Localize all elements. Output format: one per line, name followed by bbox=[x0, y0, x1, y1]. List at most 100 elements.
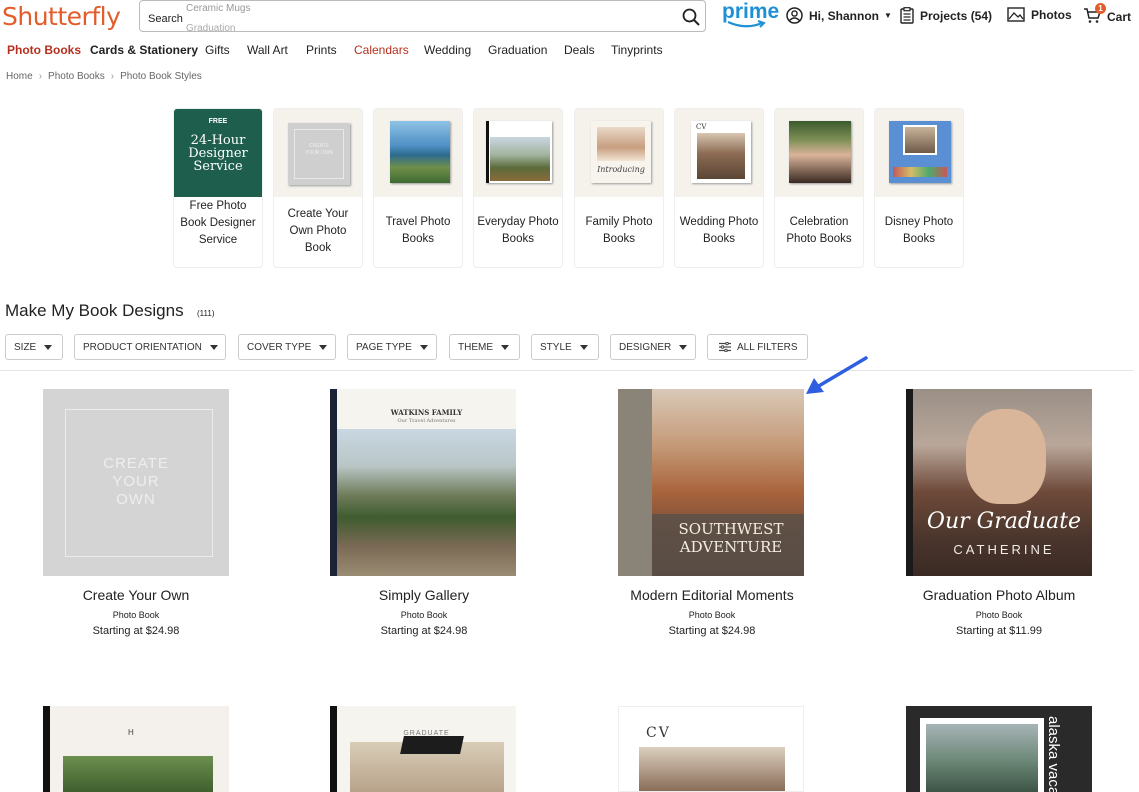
product-cover-image[interactable]: GRADUATE bbox=[330, 706, 516, 792]
category-thumbnail bbox=[875, 109, 963, 197]
projects-label: Projects (54) bbox=[920, 8, 993, 23]
category-label: Disney Photo Books bbox=[884, 216, 954, 245]
top-header: Shutterfly Search Ceramic Mugs Graduatio… bbox=[0, 0, 1139, 36]
chevron-down-icon bbox=[319, 344, 328, 350]
product-title[interactable]: Create Your Own bbox=[0, 587, 279, 603]
prime-smile-icon bbox=[727, 20, 766, 28]
filter-label: SIZE bbox=[14, 341, 37, 353]
cover-text: CV bbox=[696, 123, 707, 131]
filter-cover-type[interactable]: COVER TYPE bbox=[238, 334, 336, 360]
nav-item-calendars[interactable]: Calendars bbox=[354, 43, 409, 57]
category-card-create-your-own[interactable]: CREATE YOUR OWN Create Your Own Photo Bo… bbox=[273, 108, 363, 268]
chevron-down-icon bbox=[679, 344, 688, 350]
product-cover-image[interactable]: Our Graduate CATHERINE bbox=[906, 389, 1092, 576]
user-greeting: Hi, Shannon bbox=[809, 8, 879, 23]
category-card-family[interactable]: Introducing Family Photo Books bbox=[574, 108, 664, 268]
annotation-arrow-icon bbox=[806, 356, 868, 394]
category-thumbnail: FREE 24-Hour Designer Service bbox=[174, 109, 262, 197]
chevron-down-icon bbox=[501, 344, 509, 350]
cart-count-badge: 1 bbox=[1095, 3, 1106, 14]
filter-label: PRODUCT ORIENTATION bbox=[83, 341, 202, 353]
search-icon[interactable] bbox=[681, 7, 701, 27]
breadcrumb-current[interactable]: Photo Book Styles bbox=[120, 71, 202, 82]
product-title[interactable]: Graduation Photo Album bbox=[856, 587, 1139, 603]
cover-text: Introducing bbox=[597, 165, 645, 174]
results-count: (111) bbox=[197, 309, 215, 318]
cover-text: CV bbox=[646, 725, 671, 741]
search-hint: Ceramic Mugs bbox=[186, 3, 251, 14]
cover-text: alaska vaca bbox=[1045, 716, 1062, 792]
sliders-icon bbox=[719, 342, 731, 352]
breadcrumb-photo-books[interactable]: Photo Books bbox=[48, 71, 105, 82]
nav-item-gifts[interactable]: Gifts bbox=[205, 43, 230, 57]
filter-label: STYLE bbox=[540, 341, 572, 353]
product-title[interactable]: Simply Gallery bbox=[281, 587, 567, 603]
product-price: Starting at $24.98 bbox=[668, 625, 756, 637]
product-type: Photo Book bbox=[688, 610, 736, 620]
product-title[interactable]: Modern Editorial Moments bbox=[569, 587, 855, 603]
breadcrumb-separator: › bbox=[38, 71, 43, 82]
category-label: Free Photo Book Designer Service bbox=[180, 200, 256, 246]
cover-text: Our Travel Adventures bbox=[397, 418, 456, 424]
filter-designer[interactable]: DESIGNER bbox=[610, 334, 696, 360]
product-cover-image[interactable]: alaska vaca bbox=[906, 706, 1092, 792]
breadcrumb-home[interactable]: Home bbox=[6, 71, 33, 82]
category-card-travel[interactable]: Travel Photo Books bbox=[373, 108, 463, 268]
projects-link[interactable]: Projects (54) bbox=[900, 7, 992, 24]
product-type: Photo Book bbox=[400, 610, 448, 620]
filter-page-type[interactable]: PAGE TYPE bbox=[347, 334, 437, 360]
category-card-wedding[interactable]: CV Wedding Photo Books bbox=[674, 108, 764, 268]
nav-item-wall-art[interactable]: Wall Art bbox=[247, 43, 288, 57]
nav-item-photo-books[interactable]: Photo Books bbox=[7, 43, 81, 57]
category-card-designer-service[interactable]: FREE 24-Hour Designer Service Free Photo… bbox=[173, 108, 263, 268]
photos-link[interactable]: Photos bbox=[1007, 7, 1072, 22]
product-cover-image[interactable]: CV bbox=[618, 706, 804, 792]
breadcrumb-separator: › bbox=[110, 71, 115, 82]
nav-item-wedding[interactable]: Wedding bbox=[424, 43, 471, 57]
category-thumbnail bbox=[775, 109, 863, 197]
user-icon bbox=[786, 7, 803, 24]
filter-size[interactable]: SIZE bbox=[5, 334, 63, 360]
category-card-celebration[interactable]: Celebration Photo Books bbox=[774, 108, 864, 268]
filter-theme[interactable]: THEME bbox=[449, 334, 520, 360]
nav-item-graduation[interactable]: Graduation bbox=[488, 43, 547, 57]
shutterfly-logo[interactable]: Shutterfly bbox=[2, 2, 121, 31]
filter-style[interactable]: STYLE bbox=[531, 334, 599, 360]
main-nav: Photo Books Cards & Stationery Gifts Wal… bbox=[0, 43, 1139, 61]
category-card-everyday[interactable]: Everyday Photo Books bbox=[473, 108, 563, 268]
cover-text: ADVENTURE bbox=[679, 538, 783, 556]
cover-text: CREATE YOUR OWN bbox=[304, 143, 334, 156]
all-filters-label: ALL FILTERS bbox=[737, 341, 798, 353]
chevron-down-icon bbox=[579, 344, 588, 350]
cover-text: H bbox=[128, 728, 134, 737]
all-filters-button[interactable]: ALL FILTERS bbox=[707, 334, 808, 360]
category-thumbnail: CV bbox=[675, 109, 763, 197]
account-menu[interactable]: Hi, Shannon ▼ bbox=[786, 7, 892, 24]
cover-text: CREATE bbox=[103, 455, 169, 472]
category-thumbnail bbox=[374, 109, 462, 197]
product-cover-image[interactable]: WATKINS FAMILY Our Travel Adventures bbox=[330, 389, 516, 576]
nav-item-deals[interactable]: Deals bbox=[564, 43, 595, 57]
nav-item-cards[interactable]: Cards & Stationery bbox=[90, 43, 198, 57]
free-label: FREE bbox=[208, 118, 228, 125]
category-thumbnail: CREATE YOUR OWN bbox=[274, 109, 362, 197]
product-cover-image[interactable]: H bbox=[43, 706, 229, 792]
cart-link[interactable]: 1 Cart bbox=[1083, 3, 1131, 27]
search-label: Search bbox=[148, 13, 183, 25]
image-icon bbox=[1007, 7, 1025, 22]
filter-product-orientation[interactable]: PRODUCT ORIENTATION bbox=[74, 334, 226, 360]
category-label: Travel Photo Books bbox=[385, 216, 451, 245]
chevron-down-icon bbox=[209, 344, 218, 350]
nav-item-prints[interactable]: Prints bbox=[306, 43, 337, 57]
category-card-disney[interactable]: Disney Photo Books bbox=[874, 108, 964, 268]
nav-item-tinyprints[interactable]: Tinyprints bbox=[611, 43, 663, 57]
cover-text: SOUTHWEST bbox=[678, 520, 784, 538]
filter-label: DESIGNER bbox=[619, 341, 672, 353]
chevron-down-icon: ▼ bbox=[884, 11, 892, 20]
product-cover-image[interactable]: SOUTHWEST ADVENTURE bbox=[618, 389, 804, 576]
search-input[interactable]: Search Ceramic Mugs Graduation bbox=[139, 0, 706, 34]
category-thumbnail bbox=[474, 109, 562, 197]
product-cover-image[interactable]: CREATE YOUR OWN bbox=[43, 389, 229, 576]
product-type: Photo Book bbox=[112, 610, 160, 620]
section-title: Make My Book Designs bbox=[5, 301, 184, 320]
